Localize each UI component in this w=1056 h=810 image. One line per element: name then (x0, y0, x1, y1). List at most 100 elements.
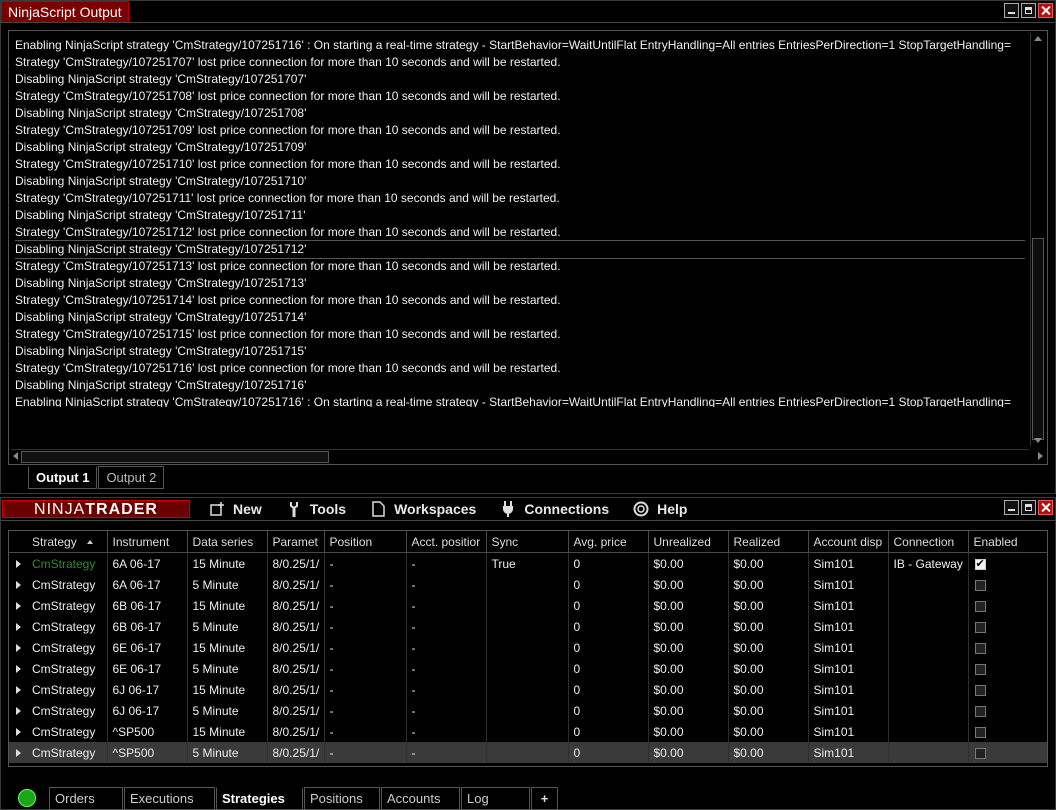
expand-arrow-icon[interactable] (15, 748, 21, 757)
expand-arrow-icon[interactable] (15, 643, 21, 652)
scroll-up-icon[interactable] (1034, 36, 1042, 41)
output-line[interactable]: Disabling NinjaScript strategy 'CmStrate… (15, 275, 1025, 292)
table-row[interactable]: CmStrategy 6E 06-17 5 Minute 8/0.25/1/- -0 $0… (9, 658, 1047, 679)
expand-arrow-icon[interactable] (15, 601, 21, 610)
tab-orders[interactable]: Orders (49, 787, 123, 810)
output-line[interactable]: Strategy 'CmStrategy/107251712' lost pri… (15, 224, 1025, 241)
table-row[interactable]: CmStrategy 6B 06-17 15 Minute 8/0.25/1/- -0 $… (9, 595, 1047, 616)
output-line[interactable]: Disabling NinjaScript strategy 'CmStrate… (15, 71, 1025, 88)
tab-output-1[interactable]: Output 1 (28, 466, 98, 489)
tab-strategies[interactable]: Strategies (216, 787, 303, 810)
output-log-lines[interactable]: Enabling NinjaScript strategy 'CmStrateg… (15, 37, 1025, 407)
column-header-account-display[interactable]: Account disp (808, 531, 889, 553)
row-expander[interactable] (9, 721, 27, 742)
menu-help[interactable]: Help (633, 501, 687, 517)
tab-accounts[interactable]: Accounts (381, 787, 460, 810)
output-line[interactable]: Disabling NinjaScript strategy 'CmStrate… (15, 343, 1025, 360)
output-line[interactable]: Disabling NinjaScript strategy 'CmStrate… (15, 309, 1025, 326)
row-expander[interactable] (9, 595, 27, 616)
row-expander[interactable] (9, 616, 27, 637)
output-titlebar[interactable]: NinjaScript Output (1, 1, 1055, 23)
close-icon[interactable] (1038, 500, 1053, 515)
column-header-parameters[interactable]: Paramet (267, 531, 325, 553)
table-row[interactable]: CmStrategy 6E 06-17 15 Minute 8/0.25/1/- -0 $… (9, 637, 1047, 658)
output-log-panel[interactable]: Enabling NinjaScript strategy 'CmStrateg… (8, 30, 1048, 465)
expand-arrow-icon[interactable] (15, 580, 21, 589)
output-line[interactable]: Strategy 'CmStrategy/107251708' lost pri… (15, 88, 1025, 105)
column-header-position[interactable]: Position (324, 531, 407, 553)
output-line[interactable]: Enabling NinjaScript strategy 'CmStrateg… (15, 37, 1025, 54)
enabled-checkbox[interactable] (974, 684, 986, 696)
scroll-left-icon[interactable] (13, 452, 18, 460)
add-tab-button[interactable]: + (531, 787, 558, 810)
table-row[interactable]: CmStrategy ^SP500 15 Minute 8/0.25/1/- -0 $0.… (9, 721, 1047, 742)
expand-arrow-icon[interactable] (15, 622, 21, 631)
column-header-enabled[interactable]: Enabled (968, 531, 1047, 553)
table-row[interactable]: CmStrategy 6J 06-17 5 Minute 8/0.25/1/- -0 $0… (9, 700, 1047, 721)
row-expander[interactable] (9, 658, 27, 679)
expand-arrow-icon[interactable] (15, 664, 21, 673)
output-line[interactable]: Strategy 'CmStrategy/107251707' lost pri… (15, 54, 1025, 71)
expand-arrow-icon[interactable] (15, 685, 21, 694)
column-header-connection[interactable]: Connection (888, 531, 969, 553)
vertical-scrollbar[interactable] (1030, 33, 1045, 446)
enabled-checkbox[interactable] (974, 557, 986, 570)
expand-arrow-icon[interactable] (15, 706, 21, 715)
enabled-checkbox[interactable] (974, 663, 986, 675)
expand-arrow-icon[interactable] (15, 559, 21, 568)
horizontal-scroll-thumb[interactable] (21, 451, 329, 463)
minimize-icon[interactable] (1004, 3, 1019, 18)
column-header-realized[interactable]: Realized (728, 531, 809, 553)
expand-arrow-icon[interactable] (15, 727, 21, 736)
row-expander[interactable] (9, 574, 27, 595)
output-line[interactable]: Disabling NinjaScript strategy 'CmStrate… (15, 105, 1025, 122)
enabled-checkbox[interactable] (974, 600, 986, 612)
tab-positions[interactable]: Positions (304, 787, 380, 810)
column-header-acct-position[interactable]: Acct. positior (406, 531, 487, 553)
output-line[interactable]: Disabling NinjaScript strategy 'CmStrate… (15, 139, 1025, 156)
enabled-checkbox[interactable] (974, 642, 986, 654)
close-icon[interactable] (1038, 3, 1053, 18)
table-row[interactable]: CmStrategy 6A 06-17 15 Minute 8/0.25/1/- - Tr… (9, 552, 1047, 575)
horizontal-scrollbar[interactable] (11, 449, 1043, 463)
table-row[interactable]: CmStrategy ^SP500 5 Minute 8/0.25/1/- -0 $0.0… (9, 742, 1047, 763)
connection-status-icon[interactable] (18, 789, 36, 807)
enabled-checkbox[interactable] (974, 747, 986, 759)
column-header-data-series[interactable]: Data series (187, 531, 268, 553)
table-row[interactable]: CmStrategy 6B 06-17 5 Minute 8/0.25/1/- -0 $0… (9, 616, 1047, 637)
maximize-icon[interactable] (1021, 3, 1036, 18)
row-expander[interactable] (9, 700, 27, 721)
output-line[interactable]: Strategy 'CmStrategy/107251713' lost pri… (15, 258, 1025, 275)
output-line[interactable]: Enabling NinjaScript strategy 'CmStrateg… (15, 394, 1025, 407)
table-row[interactable]: CmStrategy 6A 06-17 5 Minute 8/0.25/1/- -0 $0… (9, 574, 1047, 595)
menu-new[interactable]: New (209, 501, 262, 517)
menu-workspaces[interactable]: Workspaces (370, 501, 476, 517)
row-expander[interactable] (9, 742, 27, 763)
table-row[interactable]: CmStrategy 6J 06-17 15 Minute 8/0.25/1/- -0 $… (9, 679, 1047, 700)
output-line[interactable]: Strategy 'CmStrategy/107251711' lost pri… (15, 190, 1025, 207)
enabled-checkbox[interactable] (974, 705, 986, 717)
vertical-scroll-thumb[interactable] (1032, 238, 1044, 440)
column-header-sync[interactable]: Sync (486, 531, 569, 553)
row-expander[interactable] (9, 553, 27, 575)
output-line[interactable]: Strategy 'CmStrategy/107251714' lost pri… (15, 292, 1025, 309)
scroll-right-icon[interactable] (1038, 452, 1043, 460)
row-expander[interactable] (9, 679, 27, 700)
output-line[interactable]: Strategy 'CmStrategy/107251710' lost pri… (15, 156, 1025, 173)
output-line[interactable]: Strategy 'CmStrategy/107251716' lost pri… (15, 360, 1025, 377)
tab-log[interactable]: Log (461, 787, 530, 810)
output-line[interactable]: Strategy 'CmStrategy/107251715' lost pri… (15, 326, 1025, 343)
column-header-instrument[interactable]: Instrument (107, 531, 188, 553)
scroll-down-icon[interactable] (1034, 438, 1042, 443)
row-expander[interactable] (9, 637, 27, 658)
column-header-avg-price[interactable]: Avg. price (568, 531, 649, 553)
column-header-unrealized[interactable]: Unrealized (648, 531, 729, 553)
minimize-icon[interactable] (1004, 500, 1019, 515)
output-line[interactable]: Disabling NinjaScript strategy 'CmStrate… (15, 240, 1025, 259)
enabled-checkbox[interactable] (974, 726, 986, 738)
output-line[interactable]: Disabling NinjaScript strategy 'CmStrate… (15, 377, 1025, 394)
tab-executions[interactable]: Executions (124, 787, 215, 810)
column-header-strategy[interactable]: Strategy (27, 531, 108, 553)
maximize-icon[interactable] (1021, 500, 1036, 515)
output-line[interactable]: Disabling NinjaScript strategy 'CmStrate… (15, 173, 1025, 190)
